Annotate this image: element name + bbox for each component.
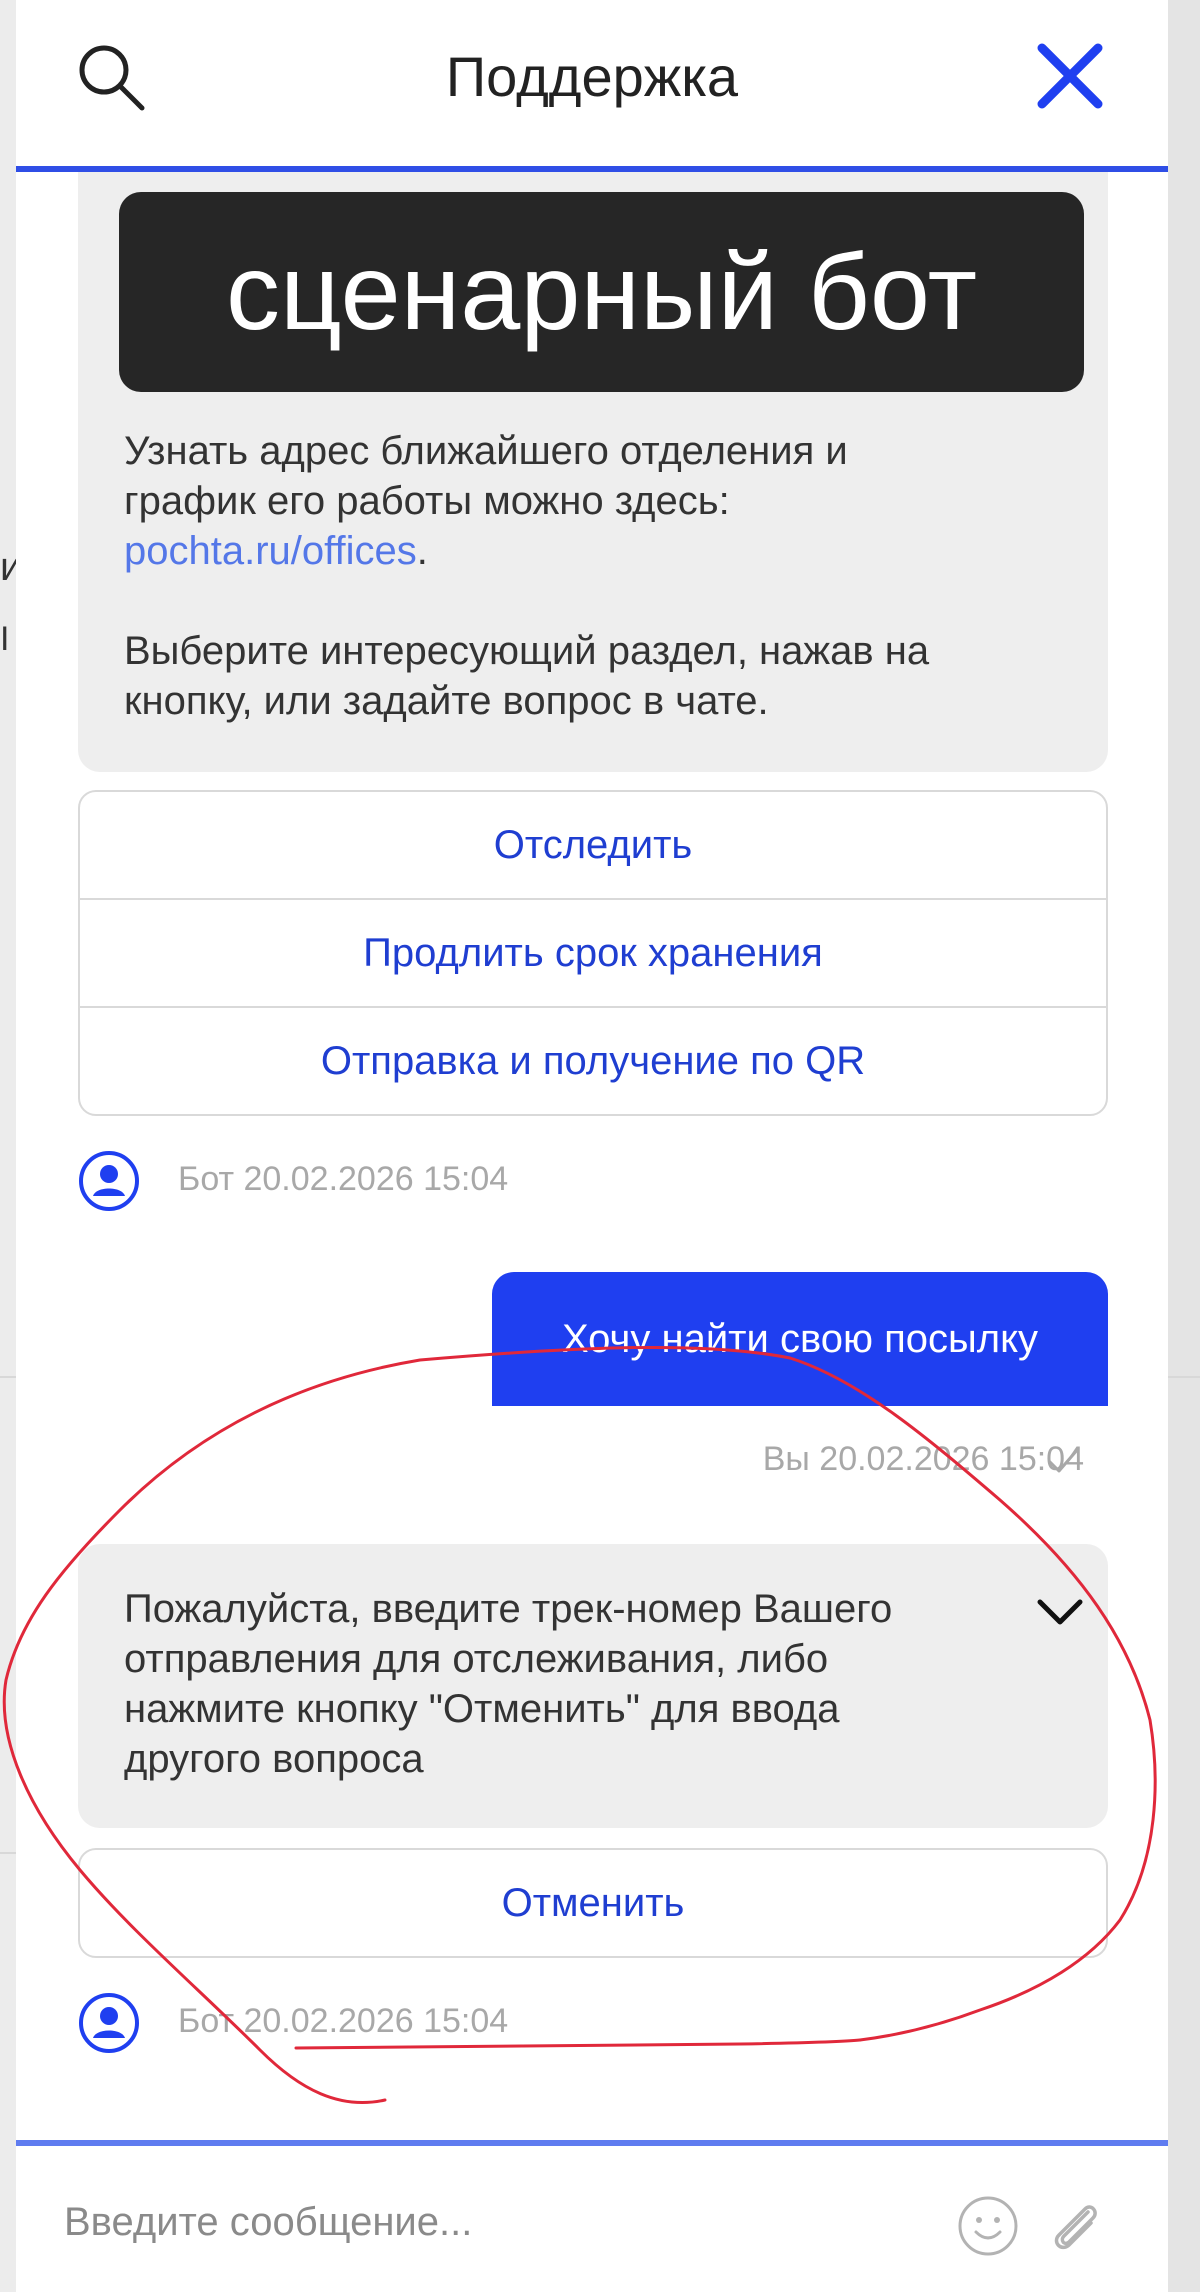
- message-timestamp: Бот 20.02.2026 15:04: [178, 1160, 509, 1198]
- check-icon: [1048, 1447, 1080, 1473]
- message-line: нажмите кнопку "Отменить" для ввода: [124, 1687, 840, 1731]
- user-message-bubble: Хочу найти свою посылку: [492, 1272, 1108, 1406]
- user-message-timestamp: Вы 20.02.2026 15:04: [762, 1440, 1084, 1478]
- message-line: график его работы можно здесь:: [124, 476, 1068, 526]
- bot-message-text: Пожалуйста, введите трек-номер Вашего от…: [124, 1584, 1018, 1784]
- message-line: кнопку, или задайте вопрос в чате.: [124, 679, 769, 723]
- message-composer: [16, 2140, 1168, 2292]
- message-line: pochta.ru/offices.: [124, 526, 1068, 576]
- close-icon[interactable]: [1030, 36, 1110, 116]
- message-text: график его работы можно здесь:: [124, 479, 730, 523]
- quick-reply-qr-button[interactable]: Отправка и получение по QR: [80, 1008, 1106, 1114]
- divider: [0, 1376, 16, 1378]
- overlay-label: сценарный бот: [119, 192, 1084, 392]
- message-line: другого вопроса: [124, 1737, 424, 1781]
- avatar-icon: [79, 1993, 139, 2053]
- edge-glyph: I: [0, 620, 10, 658]
- avatar-icon: [79, 1151, 139, 1211]
- message-line: отправления для отслеживания, либо: [124, 1637, 829, 1681]
- chevron-down-icon[interactable]: [1032, 1584, 1088, 1640]
- quick-reply-group: Отследить Продлить срок хранения Отправк…: [78, 790, 1108, 1116]
- bot-message-bubble: Пожалуйста, введите трек-номер Вашего от…: [78, 1544, 1108, 1828]
- message-input[interactable]: [62, 2186, 946, 2258]
- background-page-left: и I: [0, 0, 22, 2292]
- message-line: Узнать адрес ближайшего отделения и: [124, 429, 848, 473]
- link-suffix: .: [416, 529, 428, 573]
- background-page-right: [1168, 0, 1200, 2292]
- message-timestamp: Бот 20.02.2026 15:04: [178, 2002, 509, 2040]
- quick-reply-track-button[interactable]: Отследить: [80, 792, 1106, 900]
- message-line: Пожалуйста, введите трек-номер Вашего: [124, 1587, 893, 1631]
- paperclip-icon[interactable]: [1042, 2192, 1108, 2258]
- page-title: Поддержка: [445, 45, 739, 108]
- quick-reply-extend-storage-button[interactable]: Продлить срок хранения: [80, 900, 1106, 1008]
- chat-header: Поддержка: [16, 0, 1168, 172]
- divider: [0, 1852, 16, 1854]
- support-chat-panel: Поддержка сценарный бот Узнать адрес бли…: [16, 0, 1168, 2292]
- message-line: Выберите интересующий раздел, нажав на: [124, 629, 930, 673]
- emoji-icon[interactable]: [956, 2194, 1020, 2258]
- bot-message-text: Узнать адрес ближайшего отделения и граф…: [124, 426, 1068, 726]
- offices-link[interactable]: pochta.ru/offices: [124, 529, 417, 573]
- divider: [1168, 1376, 1200, 1378]
- quick-reply-group: Отменить: [78, 1848, 1108, 1958]
- cancel-button[interactable]: Отменить: [80, 1850, 1106, 1956]
